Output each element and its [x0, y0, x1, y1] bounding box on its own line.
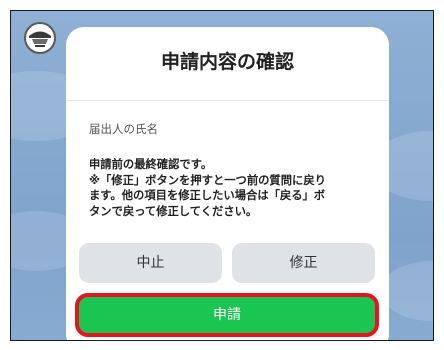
cancel-button[interactable]: 中止: [79, 243, 222, 283]
edit-button[interactable]: 修正: [232, 243, 375, 283]
confirmation-message: 申請前の最終確認です。 ※「修正」ボタンを押すと一つ前の質問に戻り ます。他の項…: [89, 157, 371, 219]
message-line: ※「修正」ボタンを押すと一つ前の質問に戻り: [89, 173, 326, 187]
title-divider: [66, 100, 389, 101]
confirmation-dialog: 申請内容の確認 届出人の氏名 申請前の最終確認です。 ※「修正」ボタンを押すと一…: [66, 27, 389, 340]
apply-button[interactable]: 申請: [82, 300, 372, 330]
message-line: ます。他の項目を修正したい場合は「戻る」ボ: [89, 189, 326, 202]
field-label-applicant-name: 届出人の氏名: [89, 122, 158, 136]
municipal-emblem-icon: [24, 22, 56, 54]
apply-button-highlight: 申請: [75, 293, 379, 337]
screenshot-frame: 申請内容の確認 届出人の氏名 申請前の最終確認です。 ※「修正」ボタンを押すと一…: [10, 10, 434, 341]
message-line: タンで戻って修正してください。: [89, 204, 258, 218]
dialog-title: 申請内容の確認: [160, 51, 294, 73]
message-line: 申請前の最終確認です。: [89, 158, 213, 171]
